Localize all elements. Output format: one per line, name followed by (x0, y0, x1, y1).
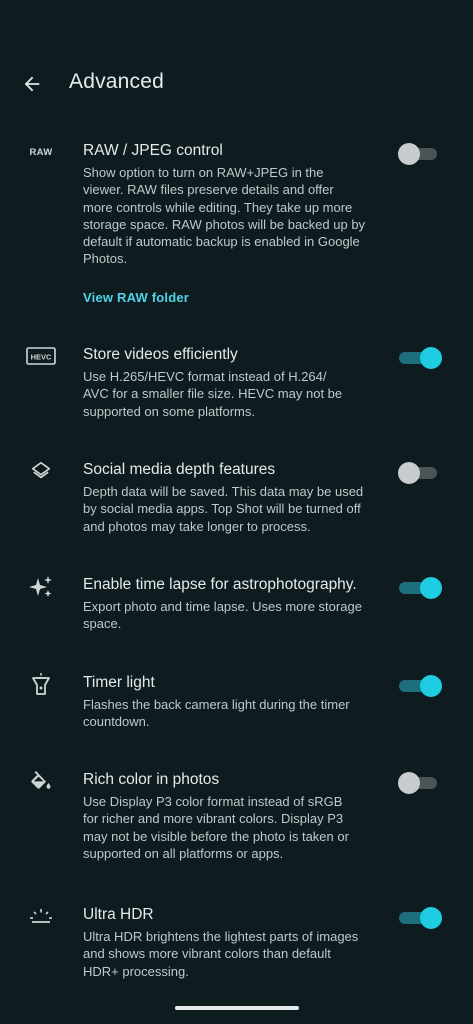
paint-bucket-icon (26, 769, 56, 793)
timer-light-toggle[interactable] (398, 675, 442, 697)
toggle-thumb (420, 907, 442, 929)
raw-jpeg-toggle[interactable] (398, 143, 438, 165)
home-indicator[interactable] (175, 1006, 299, 1010)
astro-toggle[interactable] (398, 577, 442, 599)
page-title: Advanced (69, 70, 165, 93)
toggle-thumb (420, 347, 442, 369)
toggle-thumb (420, 577, 442, 599)
raw-icon: RAW (29, 146, 53, 158)
depth-toggle[interactable] (398, 462, 438, 484)
sparkle-icon (26, 575, 56, 599)
setting-description: Use H.265/HEVC format instead of H.264/ … (83, 369, 343, 419)
view-raw-folder-link[interactable]: View RAW folder (83, 290, 189, 305)
ultra-hdr-toggle[interactable] (398, 907, 442, 929)
setting-description: Show option to turn on RAW+JPEG in the v… (83, 165, 366, 267)
hdr-sunrise-icon (26, 904, 56, 928)
svg-text:HEVC: HEVC (31, 353, 52, 362)
hevc-toggle[interactable] (398, 347, 442, 369)
rich-color-toggle[interactable] (398, 772, 438, 794)
setting-description: Ultra HDR brightens the lightest parts o… (83, 929, 359, 979)
arrow-left-icon (24, 76, 40, 92)
setting-title: Rich color in photos (83, 771, 220, 788)
hevc-icon: HEVC (26, 344, 56, 368)
setting-description: Depth data will be saved. This data may … (83, 484, 364, 534)
setting-description: Export photo and time lapse. Uses more s… (83, 599, 362, 632)
toggle-thumb (398, 143, 420, 165)
flashlight-icon (26, 673, 56, 697)
setting-title: Timer light (83, 674, 155, 691)
setting-title: Ultra HDR (83, 906, 154, 923)
setting-title: Social media depth features (83, 461, 276, 478)
app-bar: Advanced (0, 58, 473, 110)
toggle-thumb (420, 675, 442, 697)
toggle-thumb (398, 772, 420, 794)
setting-description: Use Display P3 color format instead of s… (83, 794, 349, 861)
toggle-thumb (398, 462, 420, 484)
setting-title: Store videos efficiently (83, 346, 238, 363)
setting-title: Enable time lapse for astrophotography. (83, 576, 357, 593)
back-button[interactable] (16, 68, 48, 100)
layers-icon (26, 459, 56, 483)
setting-description: Flashes the back camera light during the… (83, 697, 350, 730)
setting-title: RAW / JPEG control (83, 142, 223, 159)
